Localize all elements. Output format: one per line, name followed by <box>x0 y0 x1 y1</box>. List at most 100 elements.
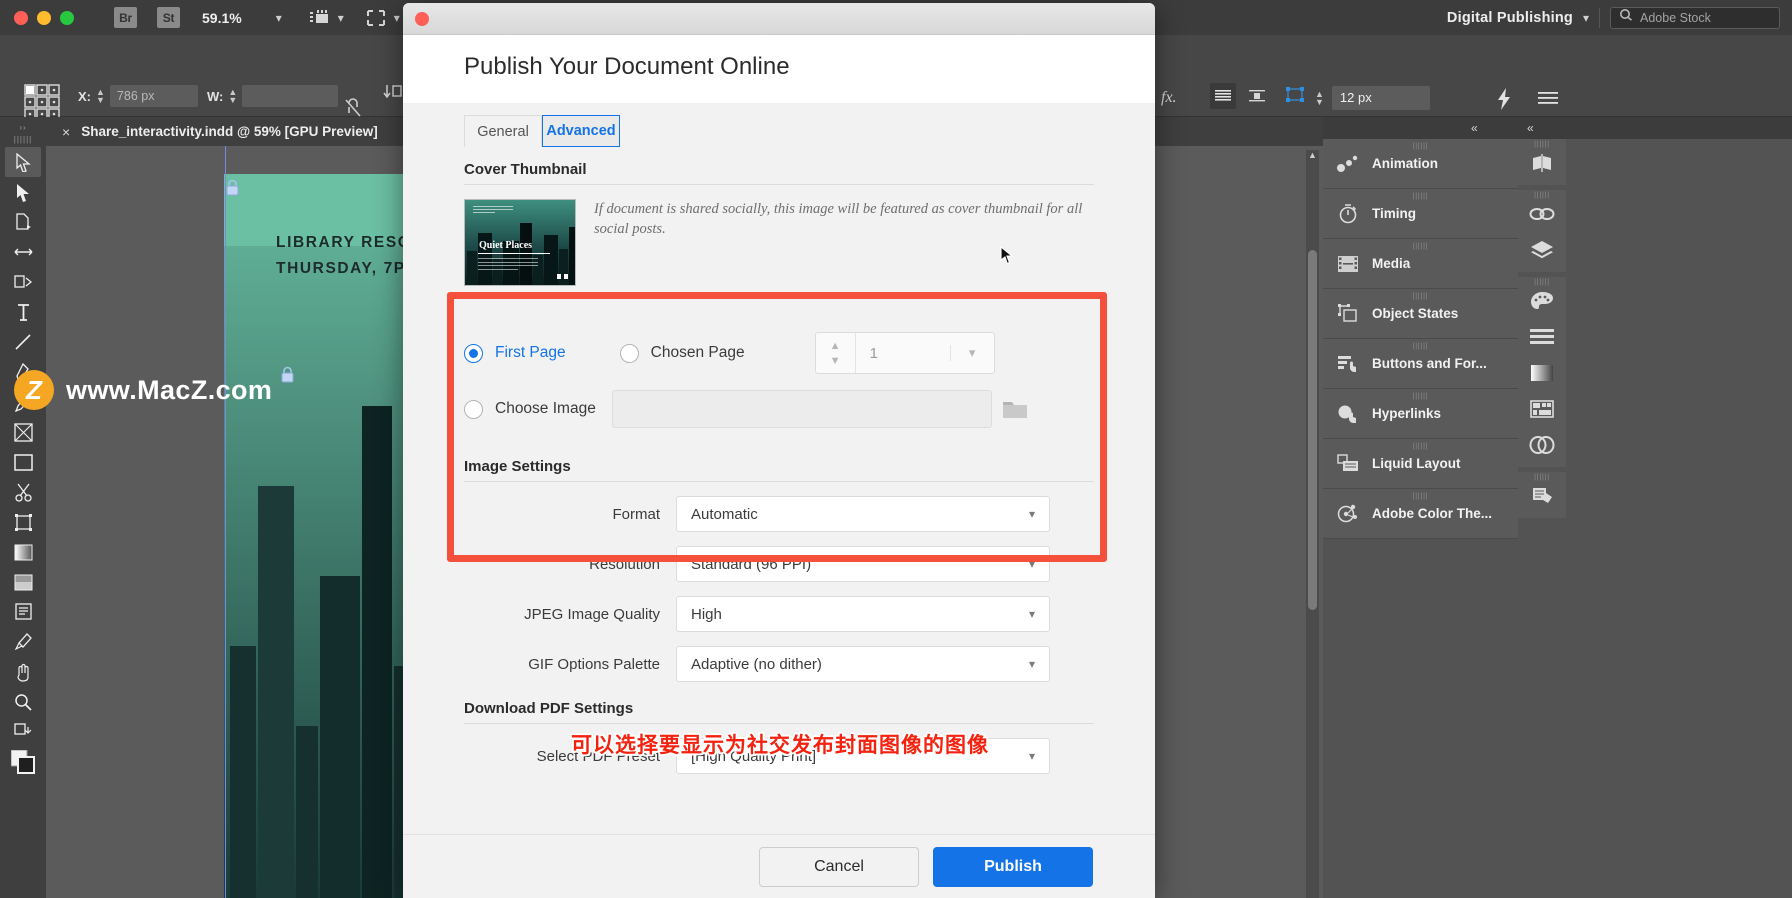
page-number-stepper[interactable]: ▲ ▼ 1 ▾ <box>814 332 995 374</box>
dialog-close-button[interactable] <box>415 11 429 26</box>
workspace-chevron-icon[interactable]: ▾ <box>1583 11 1589 25</box>
panel-item-buttons-and-forms[interactable]: |||||| Buttons and For... <box>1323 339 1518 389</box>
panel-item-timing[interactable]: |||||| Timing <box>1323 189 1518 239</box>
align-justify-icon[interactable] <box>1210 83 1236 109</box>
fx-button[interactable]: fx. <box>1160 85 1186 112</box>
page-stepper-arrows[interactable]: ▲ ▼ <box>816 333 856 373</box>
rectangle-tool[interactable] <box>5 447 41 477</box>
note-tool[interactable] <box>5 597 41 627</box>
panel-grip[interactable]: |||||| <box>1413 343 1429 350</box>
window-traffic-lights[interactable] <box>0 10 74 25</box>
panel-grip[interactable]: |||||| <box>1413 493 1429 500</box>
gradient-icon[interactable] <box>1518 355 1566 391</box>
font-size-group[interactable]: ▲ ▼ 12 px <box>1285 85 1430 110</box>
bridge-button[interactable]: Br <box>114 7 137 28</box>
icon-group-grip[interactable]: |||||| <box>1534 141 1550 148</box>
swatches-icon[interactable] <box>1518 319 1566 355</box>
scissors-tool[interactable] <box>5 477 41 507</box>
reference-point-selector[interactable] <box>22 82 62 122</box>
direct-selection-tool[interactable] <box>5 177 41 207</box>
radio-first-page[interactable]: First Page <box>464 343 566 363</box>
page-tool[interactable] <box>5 207 41 237</box>
workspace-label[interactable]: Digital Publishing <box>1447 10 1573 26</box>
panel-item-object-states[interactable]: |||||| Object States <box>1323 289 1518 339</box>
maximize-window-button[interactable] <box>60 10 74 25</box>
gradient-swatch-tool[interactable] <box>5 537 41 567</box>
gradient-feather-tool[interactable] <box>5 567 41 597</box>
radio-dot-chosen-page[interactable] <box>619 343 639 363</box>
fill-stroke-swap-icon[interactable] <box>5 717 41 747</box>
format-select[interactable]: Automatic ▾ <box>676 496 1050 532</box>
x-field-group[interactable]: X: ▲ ▼ 786 px <box>78 85 198 107</box>
adobe-stock-search-input[interactable]: Adobe Stock <box>1610 6 1780 29</box>
close-tab-icon[interactable]: × <box>62 124 70 140</box>
panel-item-hyperlinks[interactable]: |||||| Hyperlinks <box>1323 389 1518 439</box>
type-tool[interactable] <box>5 297 41 327</box>
canvas-vertical-scrollbar[interactable]: ▲ <box>1306 150 1319 898</box>
tab-general[interactable]: General <box>464 115 542 147</box>
page-dropdown-chevron-icon[interactable]: ▾ <box>949 345 994 361</box>
quick-apply-icon[interactable] <box>1496 87 1512 116</box>
frame-tool[interactable] <box>5 417 41 447</box>
object-styles-icon[interactable] <box>1518 391 1566 427</box>
panel-grip[interactable]: |||||| <box>1413 243 1429 250</box>
links-icon[interactable] <box>1518 196 1566 232</box>
browse-folder-button[interactable] <box>995 390 1034 428</box>
panel-item-adobe-color-themes[interactable]: |||||| Adobe Color The... <box>1323 489 1518 539</box>
tools-panel-grip[interactable]: ›› <box>19 123 26 135</box>
panel-grip[interactable]: |||||| <box>1413 293 1429 300</box>
x-input[interactable]: 786 px <box>109 85 198 107</box>
font-size-input[interactable]: 12 px <box>1331 85 1430 110</box>
font-size-stepper[interactable]: ▲ ▼ <box>1315 89 1324 106</box>
pages-icon[interactable] <box>1518 145 1566 181</box>
jpeg-quality-select[interactable]: High ▾ <box>676 596 1050 632</box>
paragraph-styles-icon[interactable] <box>1518 478 1566 514</box>
layers-icon[interactable] <box>1518 232 1566 268</box>
radio-choose-image[interactable]: Choose Image <box>464 399 596 419</box>
zoom-level-value[interactable]: 59.1% <box>202 10 242 26</box>
align-center-vertical-icon[interactable] <box>1244 83 1270 109</box>
panel-grip[interactable]: |||||| <box>1413 393 1429 400</box>
gap-tool[interactable] <box>5 237 41 267</box>
panel-item-animation[interactable]: |||||| Animation <box>1323 139 1518 189</box>
free-transform-tool[interactable] <box>5 507 41 537</box>
view-options-chevron-icon[interactable]: ▾ <box>338 11 344 25</box>
radio-dot-first-page[interactable] <box>464 343 483 363</box>
screen-mode-chevron-icon[interactable]: ▾ <box>394 11 400 25</box>
panel-grip[interactable]: |||||| <box>1413 193 1429 200</box>
panel-grip[interactable]: |||||| <box>1413 143 1429 150</box>
radio-chosen-page[interactable]: Chosen Page <box>619 343 745 363</box>
view-options-icon[interactable] <box>308 9 330 27</box>
panel-item-media[interactable]: |||||| Media <box>1323 239 1518 289</box>
panel-grip[interactable]: |||||| <box>1413 443 1429 450</box>
scroll-up-icon[interactable]: ▲ <box>1306 150 1319 160</box>
radio-dot-choose-image[interactable] <box>464 399 483 419</box>
icon-group-grip[interactable]: |||||| <box>1534 474 1550 481</box>
selection-tool[interactable] <box>5 147 41 177</box>
minimize-window-button[interactable] <box>37 10 51 25</box>
w-input[interactable] <box>242 85 339 107</box>
scrollbar-thumb[interactable] <box>1308 250 1317 610</box>
icon-group-grip[interactable]: |||||| <box>1534 279 1550 286</box>
publish-button[interactable]: Publish <box>933 846 1093 887</box>
close-window-button[interactable] <box>14 10 28 25</box>
zoom-dropdown-chevron-icon[interactable]: ▾ <box>276 11 282 25</box>
hand-tool[interactable] <box>5 657 41 687</box>
cancel-button[interactable]: Cancel <box>759 846 919 887</box>
eyedropper-tool[interactable] <box>5 627 41 657</box>
collapse-icon-rail-icon[interactable]: « <box>1527 121 1534 135</box>
rotate-icon[interactable] <box>383 83 403 106</box>
creative-cloud-libraries-icon[interactable] <box>1518 427 1566 463</box>
panel-item-liquid-layout[interactable]: |||||| Liquid Layout <box>1323 439 1518 489</box>
choose-image-path-input[interactable] <box>611 390 992 428</box>
screen-mode-icon[interactable] <box>366 9 386 27</box>
text-align-group[interactable] <box>1210 83 1270 109</box>
gif-palette-select[interactable]: Adaptive (no dither) ▾ <box>676 646 1050 682</box>
control-panel-menu-icon[interactable] <box>1538 91 1558 112</box>
document-tab[interactable]: × Share_interactivity.indd @ 59% [GPU Pr… <box>46 124 378 140</box>
resolution-select[interactable]: Standard (96 PPI) ▾ <box>676 546 1050 582</box>
icon-group-grip[interactable]: |||||| <box>1534 192 1550 199</box>
w-stepper[interactable]: ▲ ▼ <box>228 88 237 105</box>
page-number-value[interactable]: 1 <box>856 345 950 362</box>
zoom-tool[interactable] <box>5 687 41 717</box>
